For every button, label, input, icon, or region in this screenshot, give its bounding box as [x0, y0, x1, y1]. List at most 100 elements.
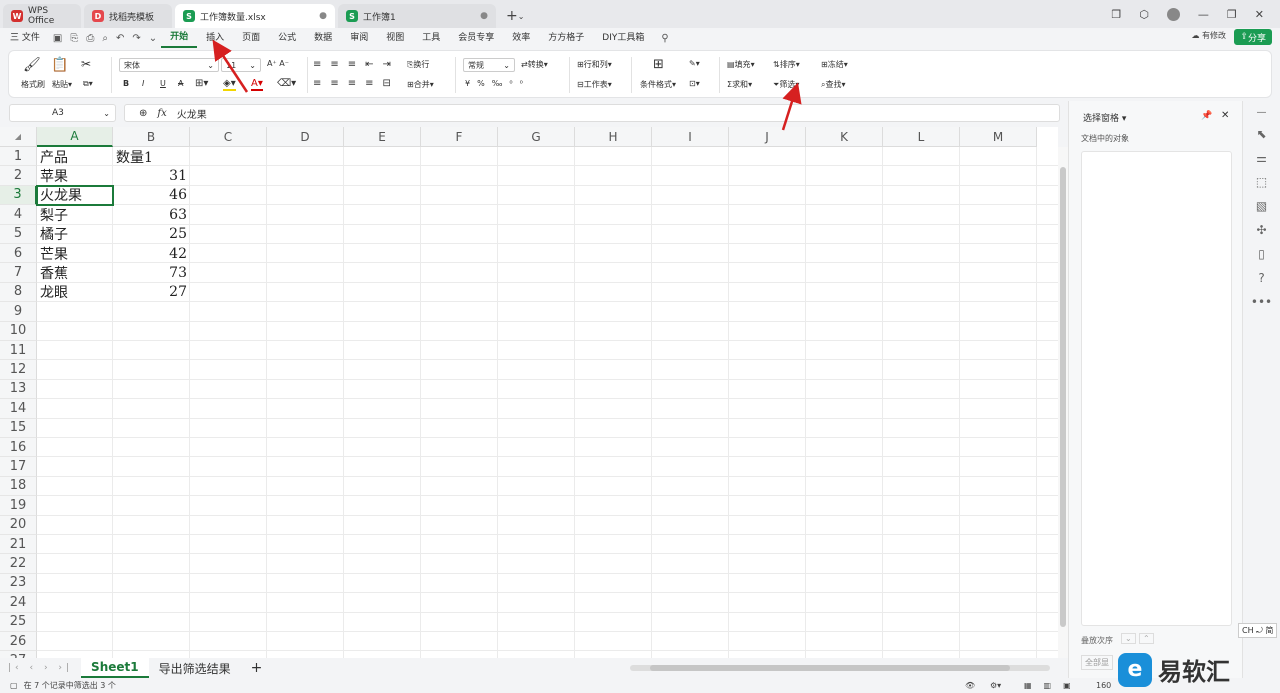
row-header-13[interactable]: 13 [0, 379, 37, 400]
tab-templates[interactable]: D 找稻壳模板 [84, 4, 172, 28]
menu-review[interactable]: 审阅 [341, 28, 377, 48]
cut-icon[interactable]: ✂ [81, 57, 91, 71]
border-icon[interactable]: ⊞▾ [195, 78, 208, 89]
close-icon[interactable]: ✕ [1255, 8, 1264, 21]
sum-button[interactable]: Σ 求和 ▾ [727, 79, 752, 90]
show-all-button[interactable]: 全部显 [1081, 655, 1113, 670]
row-header-27[interactable]: 27 [0, 651, 37, 658]
menu-page[interactable]: 页面 [233, 28, 269, 48]
sort-button[interactable]: ⇅ 排序 ▾ [773, 59, 800, 70]
font-size-select[interactable]: 11 ⌄ [221, 58, 261, 72]
row-header-14[interactable]: 14 [0, 399, 37, 419]
cell-a3[interactable]: 火龙果 [37, 186, 113, 205]
menu-data[interactable]: 数据 [305, 28, 341, 48]
tab-workbook1[interactable]: S 工作簿1 ● [338, 4, 496, 28]
undo-icon[interactable]: ↶ [112, 33, 128, 44]
add-sheet-icon[interactable]: + [241, 658, 273, 678]
column-header-m[interactable]: M [960, 127, 1037, 147]
settings-icon[interactable]: ⚙▾ [990, 681, 1001, 690]
bookmark-icon[interactable]: ⬚ [1256, 175, 1267, 189]
redo-icon[interactable]: ↷ [128, 33, 144, 44]
menu-ffcell[interactable]: 方方格子 [539, 28, 593, 48]
cell-a8[interactable]: 龙眼 [37, 283, 113, 302]
name-box[interactable]: A3 ⌄ [9, 104, 116, 122]
dot-close-icon[interactable]: ● [480, 11, 488, 21]
column-header-l[interactable]: L [883, 127, 960, 147]
horizontal-scrollbar[interactable] [630, 665, 1050, 671]
cell-b1[interactable]: 数量1 [113, 147, 190, 166]
move-down-icon[interactable]: ⌄ [1121, 633, 1136, 644]
row-header-1[interactable]: 1 [0, 147, 37, 167]
row-header-6[interactable]: 6 [0, 244, 37, 264]
search-icon[interactable]: ⚲ [657, 33, 672, 44]
zoom-search-icon[interactable]: ⊕ [139, 108, 147, 119]
column-header-h[interactable]: H [575, 127, 652, 147]
row-header-2[interactable]: 2 [0, 166, 37, 186]
row-header-7[interactable]: 7 [0, 263, 37, 283]
fx-icon[interactable]: fx [157, 108, 166, 119]
filter-button[interactable]: ⏷ 筛选 ▾ [773, 79, 799, 90]
row-header-18[interactable]: 18 [0, 476, 37, 497]
cell-b7[interactable]: 73 [113, 263, 190, 282]
column-header-d[interactable]: D [267, 127, 344, 147]
format-painter-icon[interactable]: 🖌 [23, 57, 41, 73]
cell-a2[interactable]: 苹果 [37, 166, 113, 185]
column-header-b[interactable]: B [113, 127, 190, 147]
save-icon[interactable]: ▣ [49, 33, 66, 44]
zoom-level[interactable]: 160 [1096, 681, 1111, 690]
cell-a6[interactable]: 芒果 [37, 244, 113, 263]
move-up-icon[interactable]: ⌃ [1139, 633, 1154, 644]
pin-icon[interactable]: 📌 [1201, 111, 1212, 121]
select-all-corner[interactable]: ◢ [0, 127, 37, 147]
column-header-e[interactable]: E [344, 127, 421, 147]
increase-font-icon[interactable]: A⁺ A⁻ [267, 59, 289, 68]
tab-wps-office[interactable]: W WPS Office [3, 4, 81, 28]
menu-member[interactable]: 会员专享 [449, 28, 503, 48]
row-header-21[interactable]: 21 [0, 535, 37, 555]
more-icon[interactable]: ••• [1251, 295, 1272, 309]
scrollbar-thumb[interactable] [650, 665, 1010, 671]
row-header-25[interactable]: 25 [0, 612, 37, 632]
avatar[interactable] [1166, 7, 1180, 21]
font-name-select[interactable]: 宋体 ⌄ [119, 58, 219, 72]
row-header-10[interactable]: 10 [0, 321, 37, 341]
worksheet-button[interactable]: ⊟ 工作表 ▾ [577, 79, 612, 90]
row-header-20[interactable]: 20 [0, 515, 37, 535]
fill-button[interactable]: ▤ 填充 ▾ [727, 59, 755, 70]
menu-insert[interactable]: 插入 [197, 28, 233, 48]
row-header-22[interactable]: 22 [0, 554, 37, 574]
row-header-17[interactable]: 17 [0, 457, 37, 477]
column-header-f[interactable]: F [421, 127, 498, 147]
cell-b2[interactable]: 31 [113, 166, 190, 185]
fill-color-icon[interactable]: ◈▾ [223, 78, 236, 91]
row-header-12[interactable]: 12 [0, 360, 37, 380]
book-icon[interactable]: ▯ [1258, 247, 1265, 261]
cell-style-icon[interactable]: ✎▾ [689, 59, 700, 68]
export-icon[interactable]: ⎘ [66, 33, 82, 44]
conditional-format-button[interactable]: 条件格式 ▾ [640, 79, 676, 90]
cell-a5[interactable]: 橘子 [37, 225, 113, 244]
row-header-9[interactable]: 9 [0, 302, 37, 322]
cell-b3[interactable]: 46 [113, 186, 190, 205]
row-header-16[interactable]: 16 [0, 438, 37, 458]
ime-indicator[interactable]: CH ⤾ 简 [1238, 623, 1278, 638]
row-header-24[interactable]: 24 [0, 593, 37, 613]
tab-workbook-qty[interactable]: S 工作簿数量.xlsx ● [175, 4, 335, 28]
column-header-a[interactable]: A [37, 127, 113, 147]
column-header-i[interactable]: I [652, 127, 729, 147]
scrollbar-thumb[interactable] [1060, 167, 1066, 627]
menu-diy-toolbox[interactable]: DIY工具箱 [593, 28, 653, 48]
sliders-icon[interactable]: ⚌ [1256, 151, 1267, 165]
cursor-select-icon[interactable]: ⬉ [1256, 127, 1266, 141]
cell-b4[interactable]: 63 [113, 205, 190, 224]
print-icon[interactable]: ⎙ [82, 33, 98, 44]
modified-indicator[interactable]: ☁ 有修改 [1191, 30, 1226, 41]
row-header-23[interactable]: 23 [0, 573, 37, 594]
minimize-icon[interactable]: — [1198, 8, 1209, 21]
cell-b6[interactable]: 42 [113, 244, 190, 263]
spreadsheet-grid[interactable]: ◢ A B C D E F G H I J K L M 1 2 3 4 5 6 7 8 9 10 11 12 13 14 15 16 17… [0, 127, 1058, 658]
menu-efficiency[interactable]: 效率 [503, 28, 539, 48]
number-format-select[interactable]: 常规 ⌄ [463, 58, 515, 72]
chevron-down-icon[interactable]: ⌄ [145, 33, 161, 44]
cell-a7[interactable]: 香蕉 [37, 263, 113, 282]
